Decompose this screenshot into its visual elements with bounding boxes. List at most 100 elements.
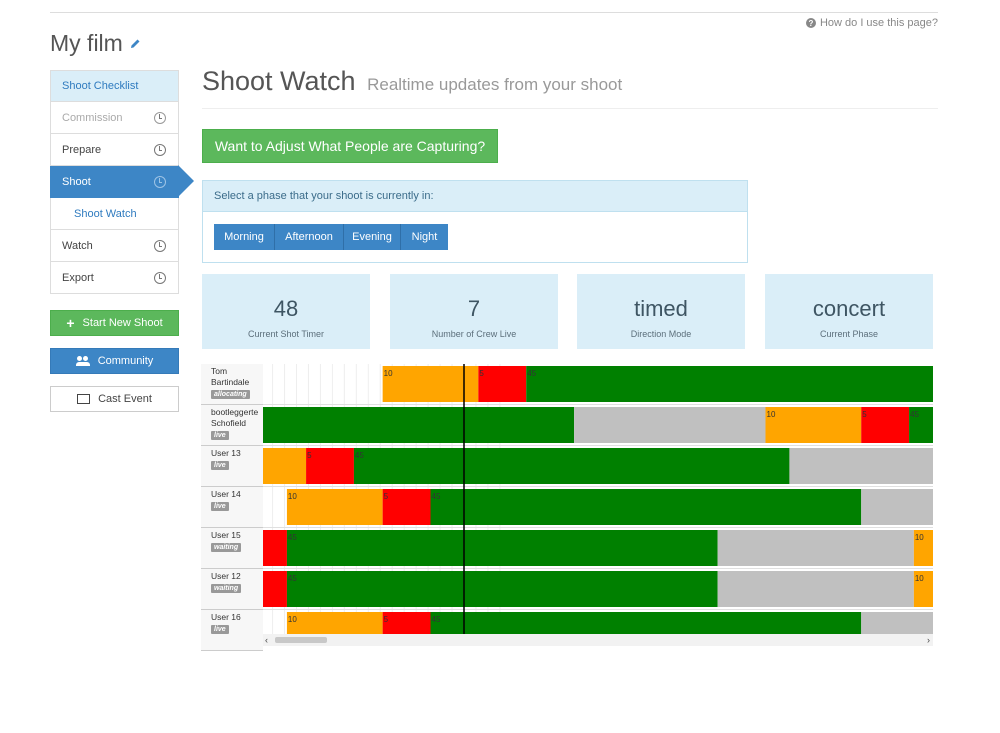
crew-row-label: bootleggerte Schofield live bbox=[201, 405, 263, 446]
segment-label: 45 bbox=[910, 410, 919, 419]
sidebar-item-label: Shoot Checklist bbox=[62, 80, 139, 92]
timeline-segment-green bbox=[430, 612, 862, 634]
crew-row-label: User 13 live bbox=[201, 446, 263, 487]
status-badge: live bbox=[211, 502, 229, 511]
community-label: Community bbox=[97, 355, 154, 367]
crew-timeline: Tom Bartindale allocating bootleggerte Schof… bbox=[201, 364, 933, 651]
sidebar-item-export[interactable]: Export bbox=[50, 262, 179, 294]
stat-label: Current Shot Timer bbox=[247, 329, 325, 339]
cast-event-button[interactable]: Cast Event bbox=[50, 386, 179, 412]
stat-card-direction-mode: timed Direction Mode bbox=[577, 274, 745, 349]
start-new-shoot-label: Start New Shoot bbox=[82, 317, 163, 329]
sidebar-item-shoot[interactable]: Shoot bbox=[50, 165, 194, 198]
help-link[interactable]: ? How do I use this page? bbox=[805, 17, 938, 29]
timeline-segment-green bbox=[353, 448, 790, 484]
segment-label: 10 bbox=[384, 369, 393, 378]
crew-row-label: User 12 waiting bbox=[201, 569, 263, 610]
crew-name: User 13 bbox=[211, 448, 241, 458]
clock-icon bbox=[154, 175, 166, 188]
question-icon: ? bbox=[805, 18, 816, 28]
phase-button-group: Morning Afternoon Evening Night bbox=[214, 224, 747, 250]
crew-name: bootleggerte bbox=[211, 407, 259, 417]
timeline-segment-red bbox=[263, 571, 287, 607]
crew-row-label: User 15 waiting bbox=[201, 528, 263, 569]
status-badge: live bbox=[211, 431, 229, 440]
sidebar-item-commission[interactable]: Commission bbox=[50, 102, 179, 134]
segment-label: 5 bbox=[384, 492, 389, 501]
sidebar-item-label: Commission bbox=[62, 111, 123, 124]
crew-name: User 14 bbox=[211, 489, 241, 499]
sidebar-item-label: Export bbox=[62, 271, 94, 284]
timeline-segment-red bbox=[382, 612, 431, 634]
scroll-left-icon[interactable]: ‹ bbox=[265, 634, 268, 646]
stat-label: Direction Mode bbox=[630, 329, 692, 339]
segment-label: 45 bbox=[432, 492, 441, 501]
phase-button-evening[interactable]: Evening bbox=[344, 224, 401, 250]
help-link-label: How do I use this page? bbox=[819, 17, 938, 29]
stat-label: Current Phase bbox=[819, 329, 879, 339]
start-new-shoot-button[interactable]: + Start New Shoot bbox=[50, 310, 179, 336]
phase-button-afternoon[interactable]: Afternoon bbox=[275, 224, 344, 250]
phase-button-morning[interactable]: Morning bbox=[214, 224, 275, 250]
crew-row-label: Tom Bartindale allocating bbox=[201, 364, 263, 405]
timeline-segment-grey bbox=[717, 530, 914, 566]
timeline-segment-orange bbox=[286, 489, 383, 525]
segment-label: 45 bbox=[432, 615, 441, 624]
title-divider bbox=[202, 108, 938, 109]
phase-button-night[interactable]: Night bbox=[401, 224, 448, 250]
stat-value: concert bbox=[812, 296, 886, 321]
page-subtitle: Realtime updates from your shoot bbox=[367, 75, 623, 94]
status-badge: allocating bbox=[211, 390, 250, 399]
scroll-thumb[interactable] bbox=[275, 637, 327, 643]
timeline-segment-red bbox=[478, 366, 527, 402]
cast-icon bbox=[77, 394, 91, 404]
status-badge: waiting bbox=[211, 543, 242, 552]
sidebar-item-watch[interactable]: Watch bbox=[50, 230, 179, 262]
people-icon bbox=[75, 356, 90, 366]
timeline-segment-grey bbox=[861, 612, 933, 634]
clock-icon bbox=[154, 271, 166, 284]
timeline-segment-grey bbox=[717, 571, 914, 607]
sidebar-item-label: Watch bbox=[62, 239, 93, 252]
segment-label: 10 bbox=[288, 492, 297, 501]
sidebar-item-shoot-watch[interactable]: Shoot Watch bbox=[50, 198, 179, 230]
timeline-segment-red bbox=[382, 489, 431, 525]
scroll-right-icon[interactable]: › bbox=[927, 634, 930, 646]
timeline-segment-orange bbox=[765, 407, 862, 443]
community-button[interactable]: Community bbox=[50, 348, 179, 374]
stat-card-current-phase: concert Current Phase bbox=[765, 274, 933, 349]
segment-label: 5 bbox=[862, 410, 867, 419]
timeline-segment-orange bbox=[263, 448, 307, 484]
pencil-icon[interactable] bbox=[129, 38, 141, 50]
sidebar-item-label: Shoot Watch bbox=[74, 207, 137, 220]
phase-prompt: Select a phase that your shoot is curren… bbox=[203, 181, 747, 212]
stat-value: 48 bbox=[273, 296, 299, 321]
sidebar-item-prepare[interactable]: Prepare bbox=[50, 134, 179, 166]
sidebar-item-shoot-checklist[interactable]: Shoot Checklist bbox=[50, 70, 179, 102]
timeline-chart: 10 5 45 10 5 45 5 45 10 5 45 45 10 45 10 10 5 45 bbox=[263, 364, 933, 634]
crew-name: Tom bbox=[211, 366, 228, 376]
stat-value: 7 bbox=[467, 296, 481, 321]
segment-label: 5 bbox=[307, 451, 312, 460]
timeline-segment-red bbox=[306, 448, 354, 484]
film-title-text: My film bbox=[50, 30, 123, 56]
crew-row-label: User 14 live bbox=[201, 487, 263, 528]
timeline-segment-grey bbox=[789, 448, 933, 484]
sidebar-nav: Shoot Checklist Commission Prepare Shoot… bbox=[50, 70, 194, 294]
segment-label: 10 bbox=[767, 410, 776, 419]
crew-name: User 16 bbox=[211, 612, 241, 622]
adjust-capture-button[interactable]: Want to Adjust What People are Capturing… bbox=[202, 129, 498, 163]
segment-label: 5 bbox=[384, 615, 389, 624]
page-title: Shoot Watch Realtime updates from your s… bbox=[202, 66, 622, 97]
timeline-scrollbar[interactable]: ‹ › bbox=[263, 634, 933, 646]
stat-label: Number of Crew Live bbox=[431, 329, 517, 339]
sidebar-item-label: Prepare bbox=[62, 143, 102, 156]
timeline-segment-green bbox=[263, 407, 575, 443]
clock-icon bbox=[154, 111, 166, 124]
plus-icon: + bbox=[66, 315, 75, 331]
crew-name: User 15 bbox=[211, 530, 241, 540]
timeline-segment-green bbox=[286, 571, 718, 607]
segment-label: 45 bbox=[288, 574, 297, 583]
crew-row-label: User 16 live bbox=[201, 610, 263, 651]
segment-label: 10 bbox=[288, 615, 297, 624]
